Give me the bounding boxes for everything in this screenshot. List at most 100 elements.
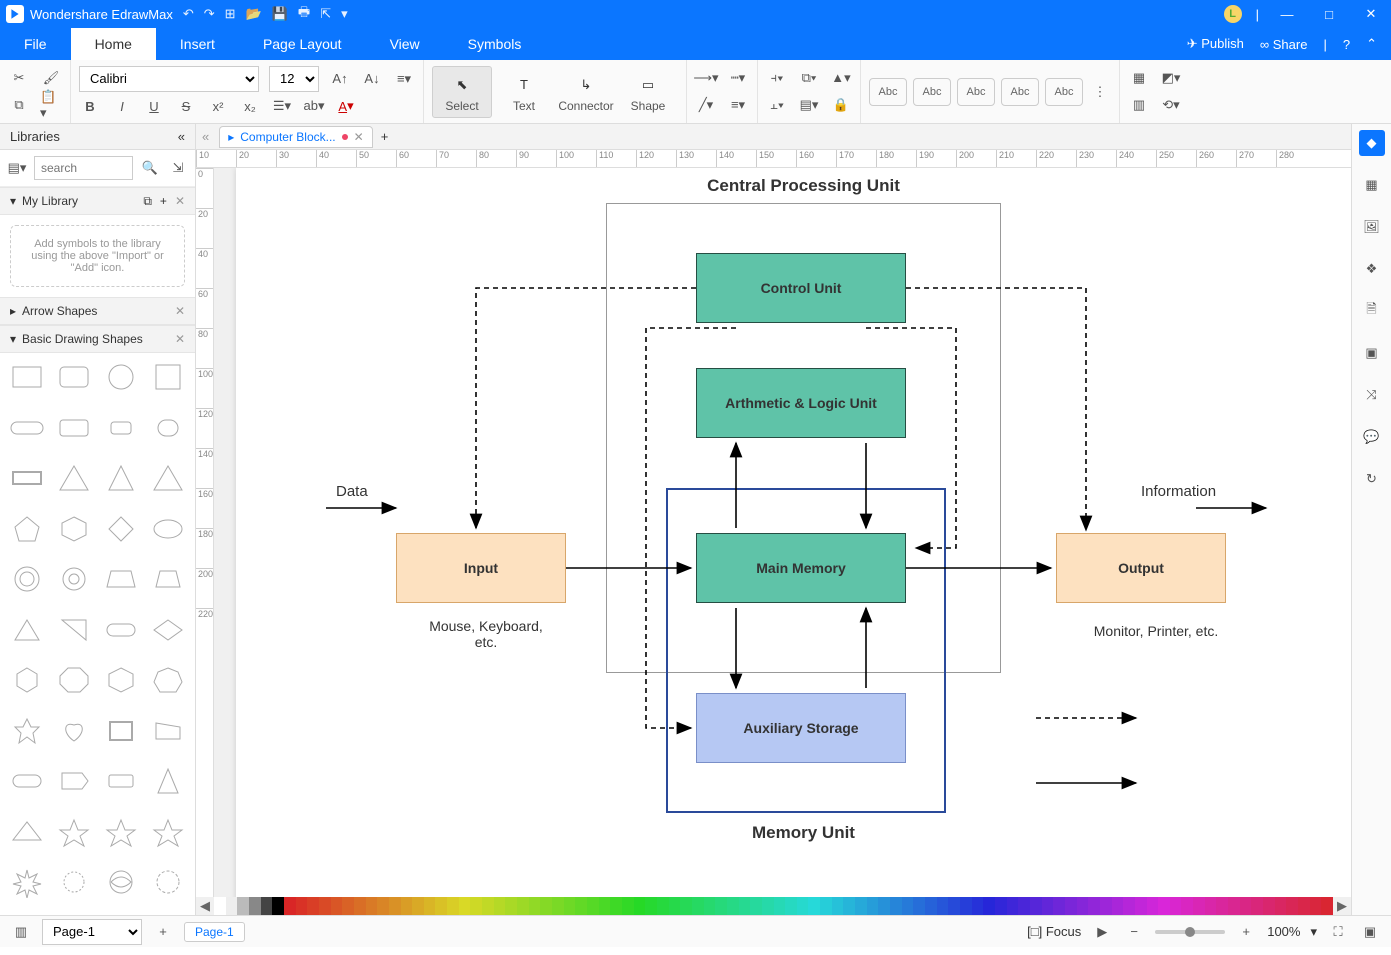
color-swatch[interactable] xyxy=(610,897,622,915)
color-swatch[interactable] xyxy=(1310,897,1322,915)
color-swatch[interactable] xyxy=(1007,897,1019,915)
shape-item[interactable] xyxy=(101,612,142,648)
alu-box[interactable]: Arthmetic & Logic Unit xyxy=(696,368,906,438)
cut-icon[interactable]: ✂ xyxy=(8,67,30,89)
shape-item[interactable] xyxy=(101,662,142,698)
color-swatch[interactable] xyxy=(482,897,494,915)
cat-mylibrary[interactable]: ▾ My Library⧉+✕ xyxy=(0,187,195,215)
history-icon[interactable]: ↻ xyxy=(1359,466,1385,492)
qat-more-icon[interactable]: ▾ xyxy=(341,6,348,22)
style-preset-2[interactable]: Abc xyxy=(913,78,951,106)
close-cat-icon[interactable]: ✕ xyxy=(175,304,185,318)
color-swatch[interactable] xyxy=(1147,897,1159,915)
library-menu-icon[interactable]: ▤▾ xyxy=(6,157,28,179)
layers-tool-icon[interactable]: ▤▾ xyxy=(798,94,820,116)
color-swatch[interactable] xyxy=(704,897,716,915)
shuffle-icon[interactable]: ⤨ xyxy=(1359,382,1385,408)
color-swatch[interactable] xyxy=(762,897,774,915)
color-swatch[interactable] xyxy=(890,897,902,915)
align-icon[interactable]: ≡▾ xyxy=(393,68,415,90)
shape-item[interactable] xyxy=(6,612,47,648)
style-preset-4[interactable]: Abc xyxy=(1001,78,1039,106)
zoom-in-icon[interactable]: + xyxy=(1235,921,1257,943)
help-icon[interactable]: ? xyxy=(1343,37,1350,52)
zoom-out-icon[interactable]: − xyxy=(1123,921,1145,943)
color-palette[interactable]: ◀▶ xyxy=(196,897,1351,915)
color-swatch[interactable] xyxy=(214,897,226,915)
color-scroll-left[interactable]: ◀ xyxy=(196,897,214,915)
color-swatch[interactable] xyxy=(424,897,436,915)
copy-icon[interactable]: ⧉ xyxy=(8,94,30,116)
group-icon[interactable]: ⧉▾ xyxy=(798,67,820,89)
shape-item[interactable] xyxy=(6,864,47,900)
color-swatch[interactable] xyxy=(505,897,517,915)
color-swatch[interactable] xyxy=(774,897,786,915)
connector-tool[interactable]: ↳Connector xyxy=(556,67,616,117)
color-swatch[interactable] xyxy=(715,897,727,915)
color-swatch[interactable] xyxy=(925,897,937,915)
fit-icon[interactable]: ⛶ xyxy=(1327,921,1349,943)
shape-item[interactable] xyxy=(148,864,189,900)
search-icon[interactable]: 🔍 xyxy=(139,157,161,179)
color-swatch[interactable] xyxy=(1240,897,1252,915)
color-swatch[interactable] xyxy=(564,897,576,915)
collapse-panel-icon[interactable]: « xyxy=(178,129,185,144)
shape-item[interactable] xyxy=(6,763,47,799)
tab-file[interactable]: File xyxy=(0,28,71,60)
superscript-icon[interactable]: x² xyxy=(207,95,229,117)
color-swatch[interactable] xyxy=(669,897,681,915)
style-preset-1[interactable]: Abc xyxy=(869,78,907,106)
publish-button[interactable]: ✈ Publish xyxy=(1187,36,1244,52)
increase-font-icon[interactable]: A↑ xyxy=(329,68,351,90)
shape-item[interactable] xyxy=(101,410,142,446)
color-swatch[interactable] xyxy=(1275,897,1287,915)
color-swatch[interactable] xyxy=(1251,897,1263,915)
shape-item[interactable] xyxy=(6,410,47,446)
color-swatch[interactable] xyxy=(1042,897,1054,915)
color-swatch[interactable] xyxy=(307,897,319,915)
maximize-button[interactable]: □ xyxy=(1315,7,1343,22)
grid-icon[interactable]: ▦ xyxy=(1359,172,1385,198)
shape-item[interactable] xyxy=(101,814,142,850)
decrease-font-icon[interactable]: A↓ xyxy=(361,68,383,90)
font-size-combo[interactable]: 12 xyxy=(269,66,319,92)
color-swatch[interactable] xyxy=(645,897,657,915)
color-swatch[interactable] xyxy=(797,897,809,915)
color-swatch[interactable] xyxy=(331,897,343,915)
color-swatch[interactable] xyxy=(366,897,378,915)
close-cat-icon[interactable]: ✕ xyxy=(175,332,185,346)
shape-item[interactable] xyxy=(148,410,189,446)
color-swatch[interactable] xyxy=(692,897,704,915)
color-swatch[interactable] xyxy=(342,897,354,915)
outline-icon[interactable]: 🗎 xyxy=(1359,298,1385,324)
color-swatch[interactable] xyxy=(960,897,972,915)
color-swatch[interactable] xyxy=(1205,897,1217,915)
styles-more-icon[interactable]: ⋮ xyxy=(1089,81,1111,103)
color-swatch[interactable] xyxy=(540,897,552,915)
style-preset-5[interactable]: Abc xyxy=(1045,78,1083,106)
zoom-value[interactable]: 100% xyxy=(1267,924,1300,939)
color-swatch[interactable] xyxy=(657,897,669,915)
color-swatch[interactable] xyxy=(902,897,914,915)
color-swatch[interactable] xyxy=(1112,897,1124,915)
shape-item[interactable] xyxy=(101,511,142,547)
highlight-icon[interactable]: ab▾ xyxy=(303,95,325,117)
shape-item[interactable] xyxy=(101,359,142,395)
color-swatch[interactable] xyxy=(284,897,296,915)
color-swatch[interactable] xyxy=(1193,897,1205,915)
tab-view[interactable]: View xyxy=(366,28,444,60)
search-input[interactable] xyxy=(34,156,133,180)
color-swatch[interactable] xyxy=(832,897,844,915)
shape-item[interactable] xyxy=(148,814,189,850)
bullets-icon[interactable]: ☰▾ xyxy=(271,95,293,117)
shape-item[interactable] xyxy=(53,763,94,799)
output-box[interactable]: Output xyxy=(1056,533,1226,603)
shape-item[interactable] xyxy=(148,662,189,698)
shape-item[interactable] xyxy=(53,814,94,850)
color-swatch[interactable] xyxy=(1263,897,1275,915)
new-icon[interactable]: ⊞ xyxy=(225,6,236,22)
color-scroll-right[interactable]: ▶ xyxy=(1333,897,1351,915)
align-shapes-icon[interactable]: ⫞▾ xyxy=(766,67,788,89)
color-swatch[interactable] xyxy=(1077,897,1089,915)
redo-icon[interactable]: ↷ xyxy=(204,6,215,22)
